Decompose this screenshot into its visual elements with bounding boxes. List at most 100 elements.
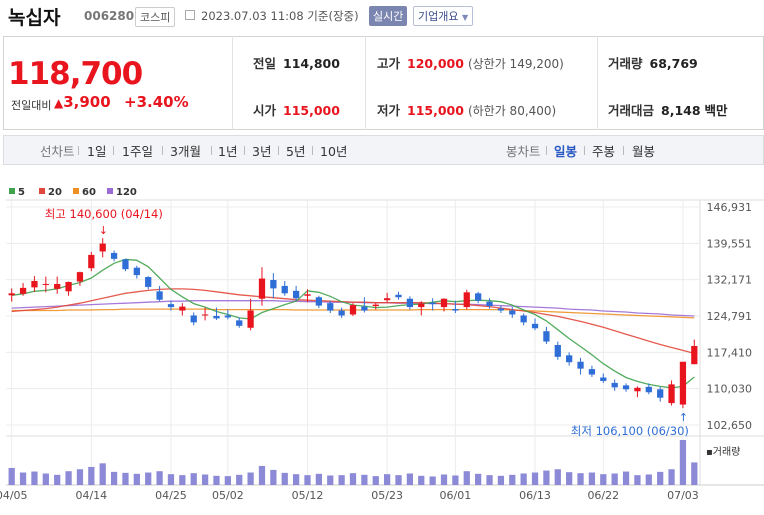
candle-body (270, 280, 277, 289)
candle-body (634, 387, 641, 392)
candle-body (315, 297, 322, 306)
candle-body (554, 344, 561, 357)
x-tick-label: 05/02 (212, 489, 244, 502)
volume-bar (201, 474, 209, 485)
candle-body (566, 355, 573, 363)
volume-bar (99, 463, 106, 485)
volume-bar (88, 466, 95, 485)
volume-bar (429, 476, 436, 485)
candle-body (156, 291, 163, 300)
volume-bar (554, 469, 561, 485)
y-tick-label: 110,030 (707, 383, 753, 396)
candle-body (42, 283, 49, 285)
x-tick-label: 06/13 (519, 489, 551, 502)
candle-body (179, 306, 186, 311)
volume-bar (156, 471, 163, 485)
volume-bar (668, 469, 675, 485)
candle-body (54, 283, 61, 289)
candle-body (190, 315, 197, 323)
volume-bar (349, 473, 357, 485)
volume-bar (179, 475, 186, 485)
volume-bar (588, 472, 596, 485)
volume-bar (224, 476, 231, 485)
candle-body (463, 292, 470, 308)
volume-bar (645, 474, 652, 485)
volume-bar (8, 467, 15, 485)
volume-bar (133, 473, 140, 485)
candle-body (201, 314, 209, 316)
candle-body (76, 272, 84, 282)
candle-body (384, 298, 391, 301)
volume-bar (372, 476, 379, 485)
volume-bar (486, 475, 493, 485)
volume-bar (31, 471, 38, 485)
y-tick-label: 102,650 (707, 419, 753, 432)
high-annotation: 최고 140,600 (04/14) (45, 207, 163, 221)
stock-chart: 146,931 139,551 132,171 124,791 117,410 110,0… (0, 199, 764, 502)
x-tick-label: 06/01 (440, 489, 472, 502)
volume-bar (577, 473, 584, 485)
candle-body (88, 254, 95, 269)
volume-bar (76, 469, 84, 485)
y-tick-label: 117,410 (707, 346, 753, 359)
candle-body (520, 315, 527, 323)
x-tick-label: 07/03 (667, 489, 699, 502)
x-tick-label: 06/22 (587, 489, 619, 502)
candle-body (440, 298, 448, 308)
candle-body (65, 281, 72, 292)
volume-bar (190, 473, 197, 485)
candle-body (8, 293, 15, 296)
volume-bar (167, 474, 175, 485)
volume-label: ▪거래량 (706, 446, 740, 458)
volume-bar (281, 472, 288, 485)
volume-bar (531, 472, 539, 485)
volume-bar (543, 470, 550, 485)
candle-body (452, 309, 459, 311)
volume-bar (691, 462, 698, 485)
candle-body (99, 243, 106, 252)
volume-bar (292, 474, 300, 485)
volume-bar (497, 475, 505, 485)
candle-body (497, 308, 505, 311)
volume-bar (258, 465, 266, 485)
candle-body (645, 386, 652, 393)
y-tick-label: 124,791 (707, 310, 753, 323)
candle-body (19, 287, 27, 294)
volume-bar (327, 475, 334, 485)
volume-bar (304, 475, 311, 485)
candle-body (258, 278, 266, 299)
volume-bar (440, 474, 448, 485)
volume-bar (145, 472, 152, 485)
x-tick-label: 05/12 (292, 489, 324, 502)
candle-body (543, 331, 550, 342)
volume-bar (509, 474, 516, 485)
low-annotation: 최저 106,100 (06/30) (571, 424, 689, 438)
candle-body (622, 385, 630, 390)
candle-body (418, 303, 425, 308)
candle-body (281, 285, 288, 294)
volume-bar (634, 475, 641, 485)
candle-body (304, 294, 311, 296)
volume-bar (213, 475, 220, 485)
volume-bar (452, 475, 459, 485)
volume-bar (54, 474, 61, 485)
ma20-line (11, 288, 695, 355)
y-tick-label: 139,551 (707, 237, 753, 250)
candle-body (213, 315, 220, 319)
volume-bar (315, 473, 322, 485)
volume-bar (418, 475, 425, 485)
x-tick-label: 04/14 (75, 489, 107, 502)
candle-body (611, 382, 618, 388)
volume-bar (600, 474, 607, 485)
candle-body (486, 301, 493, 307)
candle-body (577, 361, 584, 369)
candle-body (145, 277, 152, 287)
volume-bar (361, 474, 368, 485)
volume-bar (110, 471, 118, 485)
volume-bar (657, 471, 664, 485)
candle-body (509, 310, 516, 315)
candle-body (247, 310, 254, 328)
candle-body (691, 345, 698, 365)
candle-body (122, 259, 129, 270)
volume-bar (19, 472, 27, 485)
